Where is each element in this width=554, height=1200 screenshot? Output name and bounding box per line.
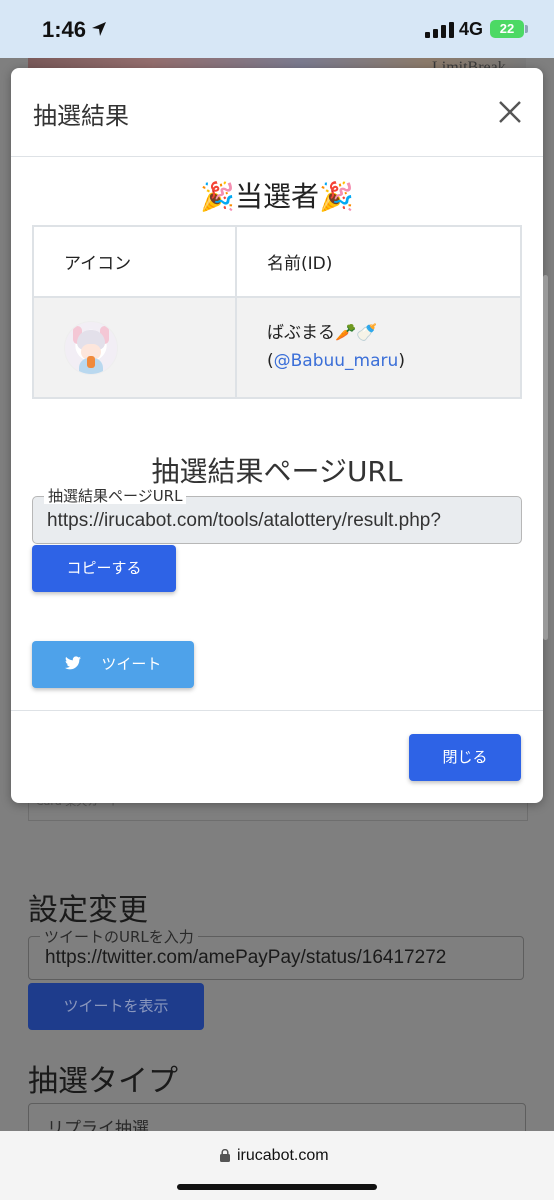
network-label: 4G xyxy=(459,19,484,39)
close-icon[interactable] xyxy=(498,100,522,124)
table-header-row: アイコン 名前(ID) xyxy=(32,225,522,298)
battery-cap xyxy=(525,25,528,33)
winner-name: ばぶまる🥕🍼 xyxy=(267,323,378,344)
settings-title: 設定変更 xyxy=(28,894,148,927)
winners-table: アイコン 名前(ID) ばぶまる🥕🍼 (@Babuu_maru) xyxy=(32,225,522,399)
lottery-type-title: 抽選タイプ xyxy=(28,1065,178,1098)
header-name: 名前(ID) xyxy=(235,225,522,298)
show-tweet-button[interactable]: ツイートを表示 xyxy=(28,983,204,1030)
winner-avatar[interactable] xyxy=(64,320,118,375)
modal-header: 抽選結果 xyxy=(11,68,543,157)
tweet-url-label: ツイートのURLを入力 xyxy=(40,926,198,947)
modal-title: 抽選結果 xyxy=(33,102,129,130)
winner-handle-line: (@Babuu_maru) xyxy=(267,350,405,371)
signal-icon xyxy=(425,22,454,38)
url-heading: 抽選結果ページURL xyxy=(151,455,403,488)
winner-heading: 🎉当選者🎉 xyxy=(200,180,354,213)
result-url-value[interactable]: https://irucabot.com/tools/atalottery/re… xyxy=(47,510,521,532)
location-arrow-icon xyxy=(92,22,106,36)
lock-icon xyxy=(220,1149,230,1162)
domain-label: irucabot.com xyxy=(237,1147,329,1164)
close-button[interactable]: 閉じる xyxy=(409,734,521,781)
modal-footer-divider xyxy=(11,710,543,711)
browser-address-bar[interactable]: irucabot.com xyxy=(0,1131,554,1200)
winner-name-cell: ばぶまる🥕🍼 (@Babuu_maru) xyxy=(235,296,522,399)
header-icon: アイコン xyxy=(32,225,237,298)
winner-avatar-cell xyxy=(32,296,237,399)
status-bar: 1:46 4G 22 xyxy=(0,0,554,58)
table-row: ばぶまる🥕🍼 (@Babuu_maru) xyxy=(32,296,522,399)
copy-button[interactable]: コピーする xyxy=(32,545,176,592)
twitter-bird-icon xyxy=(64,656,81,670)
scrollbar[interactable] xyxy=(543,275,548,640)
result-url-label: 抽選結果ページURL xyxy=(44,488,187,504)
home-indicator xyxy=(177,1184,377,1190)
tweet-button-label: ツイート xyxy=(101,655,162,673)
result-modal: 抽選結果 🎉当選者🎉 アイコン 名前(ID) ばぶまる🥕🍼 (@Babuu_ma… xyxy=(11,68,543,803)
status-time: 1:46 xyxy=(42,17,87,42)
battery-indicator: 22 xyxy=(490,20,524,38)
tweet-button[interactable]: ツイート xyxy=(32,641,194,688)
winner-handle-link[interactable]: @Babuu_maru xyxy=(274,351,399,371)
